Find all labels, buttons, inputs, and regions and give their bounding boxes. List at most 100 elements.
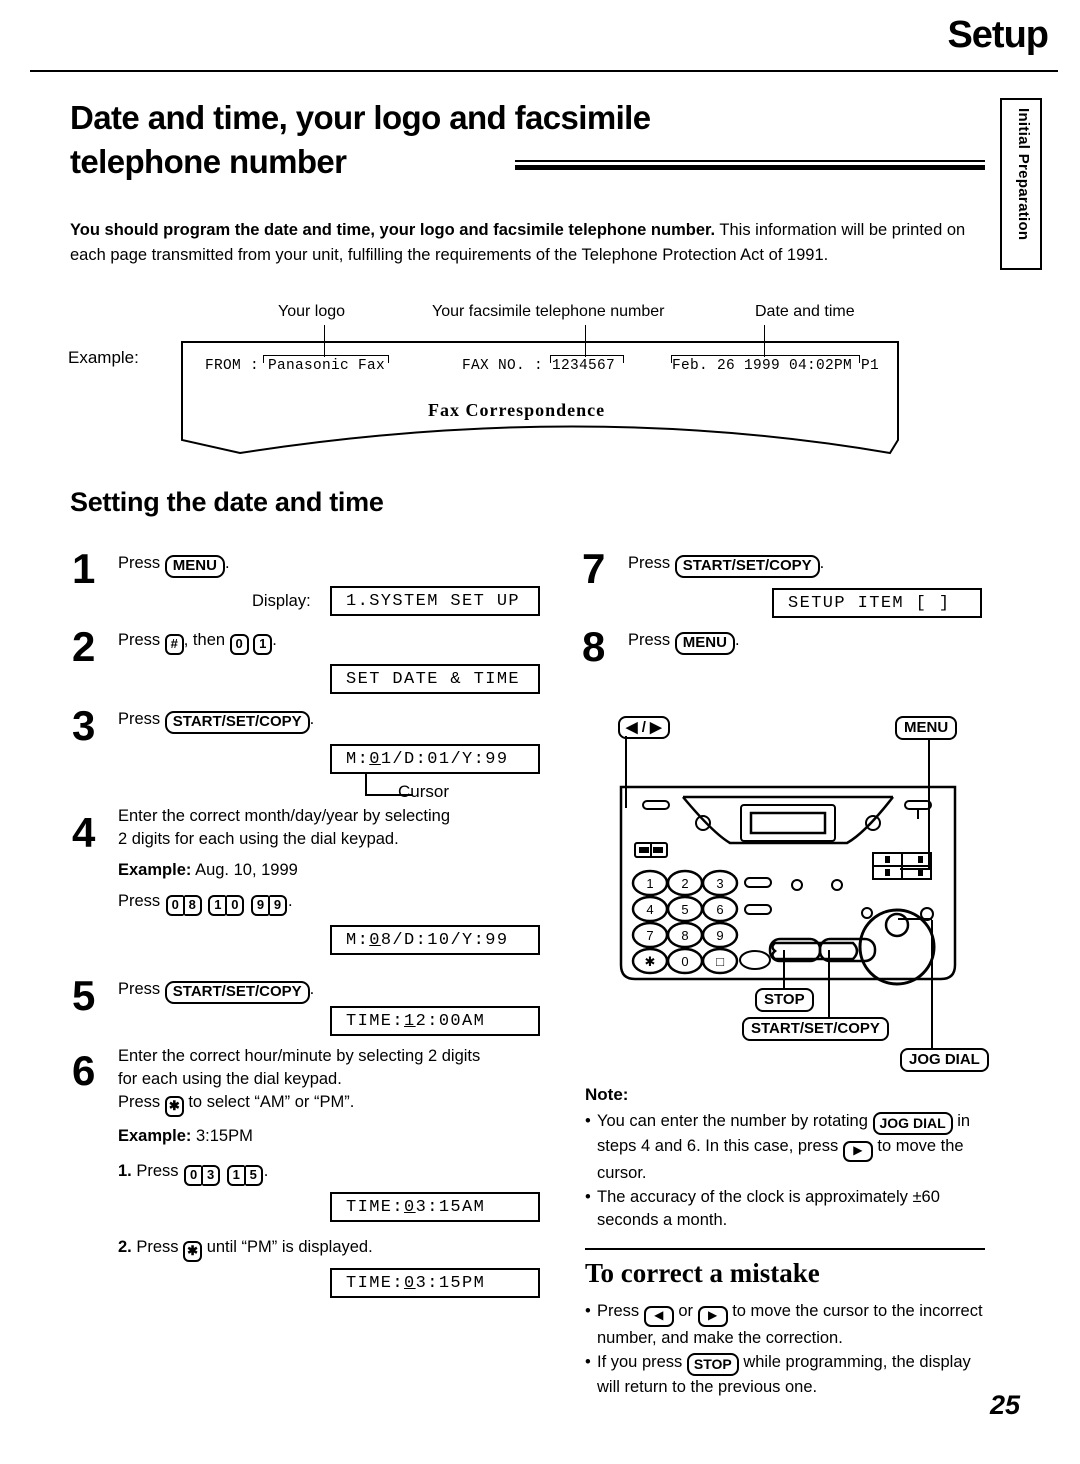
intro-paragraph: You should program the date and time, yo… <box>70 218 975 268</box>
svg-text:5: 5 <box>681 902 688 917</box>
key-start-set-copy-3[interactable]: START/SET/COPY <box>164 711 310 734</box>
side-tab-initial-preparation: Initial Preparation <box>1000 98 1042 270</box>
note-item-1: You can enter the number by rotating JOG… <box>585 1110 975 1186</box>
key-menu-8[interactable]: MENU <box>674 632 735 655</box>
lcd6b-cursor-digit: 0 <box>404 1273 416 1293</box>
step-number-7: 7 <box>582 545 606 592</box>
key-stop[interactable]: STOP <box>686 1352 739 1376</box>
key-digit-1b[interactable]: 1 <box>226 1165 245 1186</box>
step1-press-word: Press <box>118 554 165 572</box>
correct-item-1: Press ◀ or ▶ to move the cursor to the i… <box>585 1300 985 1351</box>
step4-period: . <box>287 892 293 910</box>
lcd-step-3: M: 0 1/D:01/Y:99 <box>330 744 540 774</box>
step7-period: . <box>819 554 825 572</box>
correct-item-2: If you press STOP while programming, the… <box>585 1351 985 1400</box>
title-underline-rule <box>515 160 985 172</box>
step7-press-word: Press <box>628 554 675 572</box>
key-asterisk-6[interactable]: ✱ <box>164 1096 184 1117</box>
page-header-title: Setup <box>947 14 1049 56</box>
fax-header-from: FROM : Panasonic Fax <box>205 358 386 374</box>
step2-then-word: , then <box>183 631 230 649</box>
key-hash[interactable]: # <box>164 634 184 655</box>
step2-press-word: Press <box>118 631 165 649</box>
correct-item1-a: Press <box>597 1302 644 1320</box>
keypair-99[interactable]: 99 <box>250 890 287 916</box>
key-digit-0[interactable]: 0 <box>229 634 249 655</box>
key-jog-dial[interactable]: JOG DIAL <box>872 1112 953 1135</box>
step4-line1: Enter the correct month/day/year by sele… <box>118 807 450 825</box>
step6-sub2-number: 2. <box>118 1238 132 1256</box>
key-digit-0a[interactable]: 0 <box>165 895 184 916</box>
lcd5-cursor-digit: 1 <box>404 1011 416 1031</box>
step-number-5: 5 <box>72 972 96 1019</box>
lcd6b-post: 3:15PM <box>415 1273 486 1293</box>
lcd3-post: 1/D:01/Y:99 <box>380 749 509 769</box>
step4-line2: 2 digits for each using the dial keypad. <box>118 830 399 848</box>
lcd-step-4: M: 0 8/D:10/Y:99 <box>330 925 540 955</box>
step-number-6: 6 <box>72 1047 96 1094</box>
key-start-set-copy-5[interactable]: START/SET/COPY <box>164 981 310 1004</box>
key-menu[interactable]: MENU <box>164 555 225 578</box>
key-digit-8[interactable]: 8 <box>183 895 202 916</box>
note-item-2: The accuracy of the clock is approximate… <box>585 1186 975 1233</box>
step4-example-label: Example: <box>118 861 192 879</box>
key-digit-9a[interactable]: 9 <box>250 895 269 916</box>
key-digit-1[interactable]: 1 <box>253 634 273 655</box>
step8-press-word: Press <box>628 631 675 649</box>
step6-line2: for each using the dial keypad. <box>118 1070 342 1088</box>
step6-line3-pre: Press <box>118 1093 165 1111</box>
key-digit-9b[interactable]: 9 <box>268 895 287 916</box>
keypair-08[interactable]: 08 <box>165 890 202 916</box>
svg-text:2: 2 <box>681 876 688 891</box>
step6-sub1-press: Press <box>136 1162 179 1180</box>
step-4-example: Example: Aug. 10, 1999 <box>118 859 298 882</box>
document-page: Setup Initial Preparation Date and time,… <box>0 0 1080 1464</box>
key-digit-0c[interactable]: 0 <box>184 1165 203 1186</box>
example-label: Example: <box>68 348 139 367</box>
step3-press-word: Press <box>118 710 165 728</box>
svg-text:7: 7 <box>646 928 653 943</box>
machine-label-jog-dial: JOG DIAL <box>900 1048 989 1072</box>
key-start-set-copy-7[interactable]: START/SET/COPY <box>674 555 820 578</box>
step4-press-word: Press <box>118 892 161 910</box>
step6-line3-post: to select “AM” or “PM”. <box>183 1093 355 1111</box>
step-number-8: 8 <box>582 623 606 670</box>
step-text-8: Press MENU. <box>628 629 740 655</box>
step6-line1: Enter the correct hour/minute by selecti… <box>118 1047 481 1065</box>
display-label: Display: <box>252 592 311 610</box>
key-right-arrow-note[interactable]: ▶ <box>842 1141 873 1162</box>
fax-body-title: Fax Correspondence <box>428 400 606 420</box>
lcd6a-cursor-digit: 0 <box>404 1197 416 1217</box>
lcd6a-post: 3:15AM <box>415 1197 486 1217</box>
correct-item1-b: or <box>673 1302 698 1320</box>
step-6-sub1: 1. Press 03 15. <box>118 1160 268 1186</box>
step-6-sub2: 2. Press ✱ until “PM” is displayed. <box>118 1236 373 1262</box>
step-number-2: 2 <box>72 623 96 670</box>
step-text-1: Press MENU. <box>118 552 230 578</box>
key-digit-0b[interactable]: 0 <box>226 895 245 916</box>
page-title-line1: Date and time, your logo and facsimile <box>70 99 651 136</box>
step-text-4: Enter the correct month/day/year by sele… <box>118 805 538 851</box>
key-left-arrow[interactable]: ◀ <box>643 1306 674 1327</box>
side-tab-label: Initial Preparation <box>1015 108 1032 241</box>
step-text-7: Press START/SET/COPY. <box>628 552 824 578</box>
key-digit-5[interactable]: 5 <box>244 1165 263 1186</box>
key-digit-3[interactable]: 3 <box>202 1165 221 1186</box>
lcd6a-pre: TIME: <box>346 1197 405 1217</box>
step3-period: . <box>309 710 315 728</box>
key-right-arrow[interactable]: ▶ <box>697 1306 728 1327</box>
svg-text:4: 4 <box>646 902 653 917</box>
keypair-15[interactable]: 15 <box>226 1160 263 1186</box>
svg-text:8: 8 <box>681 928 688 943</box>
step2-period: . <box>272 631 277 649</box>
keypair-10[interactable]: 10 <box>208 890 245 916</box>
header-divider <box>30 70 1058 72</box>
cursor-annotation-label: Cursor <box>398 782 450 801</box>
lcd5-pre: TIME: <box>346 1011 405 1031</box>
key-digit-1a[interactable]: 1 <box>208 895 227 916</box>
key-asterisk-6b[interactable]: ✱ <box>183 1241 203 1262</box>
machine-label-stop: STOP <box>755 988 814 1012</box>
step-number-4: 4 <box>72 809 96 856</box>
callout-fax-number: Your facsimile telephone number <box>432 303 665 320</box>
keypair-03[interactable]: 03 <box>184 1160 221 1186</box>
